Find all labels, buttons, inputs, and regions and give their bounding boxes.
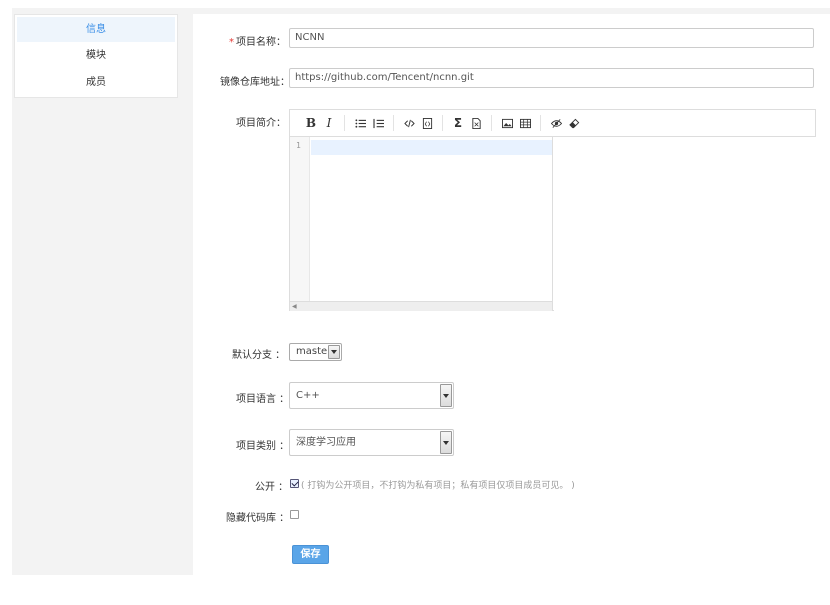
line-number: 1 [296,141,301,150]
image-icon[interactable] [498,115,516,131]
category-value: 深度学习应用 [296,437,356,448]
file-icon[interactable] [467,115,485,131]
horizontal-scrollbar[interactable]: ◀ [290,301,552,311]
language-value: C++ [296,390,320,401]
mirror-repo-label: 镜像仓库地址： [220,77,290,88]
public-hint: ( 打钩为公开项目，不打钩为私有项目；私有项目仅项目成员可见。 ) [301,481,575,491]
hide-repo-checkbox[interactable] [290,510,299,519]
sidebar-nav: 信息 模块 成员 [14,14,178,98]
active-line-highlight [311,140,552,155]
mirror-repo-input[interactable]: https://github.com/Tencent/ncnn.git [289,68,814,88]
code-icon[interactable] [400,115,418,131]
line-number-gutter: 1 [290,137,310,301]
save-button[interactable]: 保存 [292,545,329,564]
hide-repo-label: 隐藏代码库 ： [226,513,290,524]
sidebar-item-modules[interactable]: 模块 [15,42,177,69]
eraser-icon[interactable] [565,115,583,131]
intro-label: 项目简介： [236,118,286,129]
sidebar-item-members[interactable]: 成员 [15,69,177,96]
markdown-editor: B I Σ 1 ◀ [289,109,816,311]
required-mark: * [229,37,234,48]
language-label: 项目语言 ： [236,394,290,405]
category-select[interactable]: 深度学习应用 [289,429,454,456]
chevron-down-icon[interactable] [328,345,340,359]
chevron-down-icon[interactable] [440,431,452,454]
ordered-list-icon[interactable] [369,115,387,131]
scroll-left-icon[interactable]: ◀ [292,303,297,310]
public-label: 公开 ： [255,482,289,493]
default-branch-value: master [296,346,332,357]
editor-toolbar: B I Σ [290,110,815,137]
project-name-label-text: 项目名称： [236,37,286,48]
preview-eye-icon[interactable] [547,115,565,131]
project-name-input[interactable]: NCNN [289,28,814,48]
table-icon[interactable] [516,115,534,131]
code-block-icon[interactable] [418,115,436,131]
default-branch-label: 默认分支 ： [232,350,286,361]
chevron-down-icon[interactable] [440,384,452,407]
public-checkbox[interactable] [290,479,299,488]
project-name-label: * 项目名称： [229,33,286,48]
editor-input-pane[interactable]: 1 ◀ [290,137,553,311]
formula-icon[interactable]: Σ [449,115,467,131]
category-label: 项目类别 ： [236,441,290,452]
unordered-list-icon[interactable] [351,115,369,131]
language-select[interactable]: C++ [289,382,454,409]
sidebar-item-info[interactable]: 信息 [17,17,175,42]
bold-button[interactable]: B [302,115,320,131]
italic-button[interactable]: I [320,115,338,131]
default-branch-select[interactable]: master [289,343,342,361]
editor-preview-pane [554,137,816,311]
